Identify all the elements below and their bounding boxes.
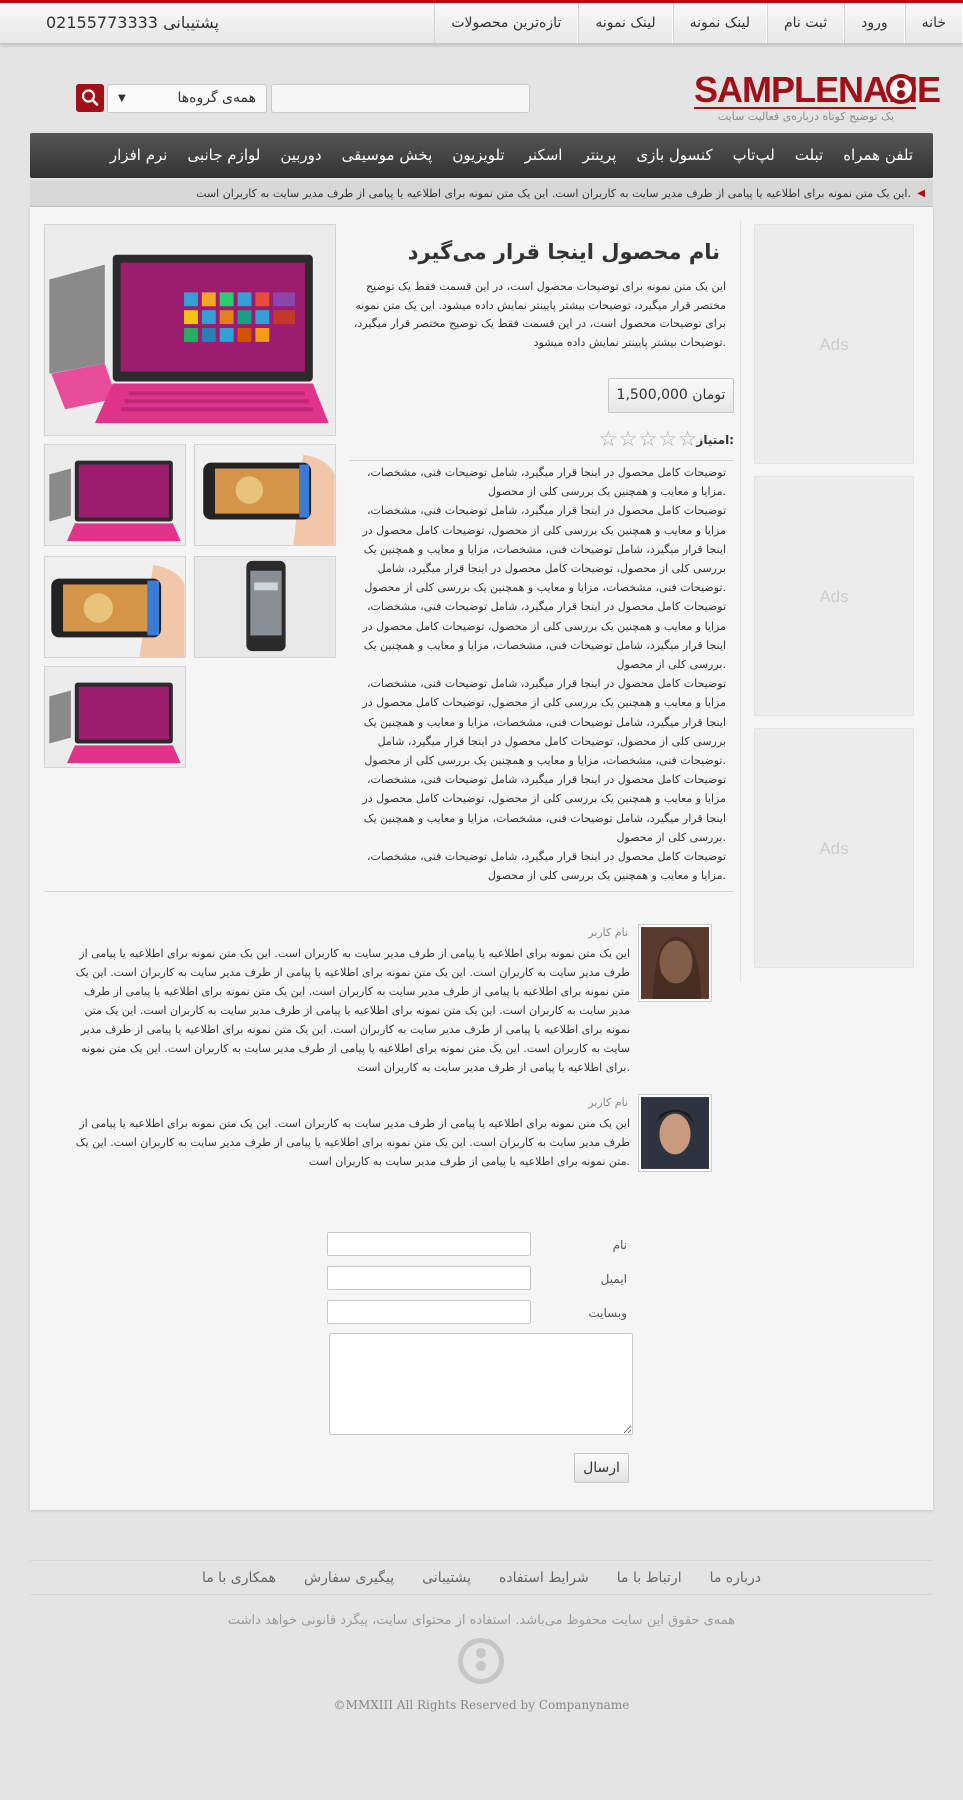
comment-author: نام کاربر	[588, 1096, 628, 1109]
search-icon	[81, 89, 99, 106]
divider	[349, 460, 734, 461]
nav-item-game-console[interactable]: کنسول بازی	[626, 133, 722, 178]
comment-text: این یک متن نمونه برای اطلاعیه یا پیامی ا…	[75, 1117, 630, 1168]
submit-button[interactable]: ارسال	[574, 1453, 629, 1483]
ad-box[interactable]: Ads	[754, 728, 914, 968]
message-field[interactable]	[329, 1333, 633, 1435]
main-nav-items: تلفن همراه تبلت لپ‌تاپ کنسول بازی پرینتر…	[100, 133, 923, 178]
nav-item-music-player[interactable]: پخش موسیقی	[332, 133, 443, 178]
nav-item-camera[interactable]: دوربین	[270, 133, 331, 178]
user-avatar-image	[641, 1097, 709, 1169]
ticker-text: این یک متن نمونه برای اطلاعیه یا پیامی ا…	[196, 187, 911, 200]
rating-label: امتیاز:	[696, 433, 734, 447]
search-input[interactable]	[271, 84, 530, 113]
avatar	[638, 924, 712, 1002]
website-field[interactable]	[327, 1300, 531, 1324]
tablet-image	[45, 225, 335, 435]
logo-underline	[694, 107, 916, 109]
product-short-description: این یک متن نمونه برای توضیحات محصول است،…	[353, 280, 726, 349]
nav-item-tv[interactable]: تلویزیون	[442, 133, 514, 178]
tablet-image	[45, 445, 185, 545]
product-full-description: توضیحات کامل محصول در اینجا قرار میگیرد،…	[346, 463, 726, 885]
site-tagline: یک توضیح کوتاه درباره‌ی فعالیت سایت	[717, 110, 894, 123]
top-link-newest-products[interactable]: تازه‌ترین محصولات	[434, 3, 579, 43]
top-links: خانه ورود ثبت نام لینک نمونه لینک نمونه …	[434, 3, 963, 43]
description-paragraph: توضیحات کامل محصول در اینجا قرار میگیرد،…	[362, 504, 726, 595]
ad-box[interactable]: Ads	[754, 476, 914, 716]
footer-divider	[30, 1594, 933, 1595]
comment-author: نام کاربر	[588, 926, 628, 939]
nav-item-accessories[interactable]: لوازم جانبی	[177, 133, 270, 178]
nav-item-laptop[interactable]: لپ‌تاپ	[723, 133, 785, 178]
name-field[interactable]	[327, 1232, 531, 1256]
footer-link-terms[interactable]: شرایط استفاده	[499, 1565, 589, 1591]
avatar	[638, 1094, 712, 1172]
footer-link-cooperation[interactable]: همکاری با ما	[202, 1565, 276, 1591]
announcement-ticker: ◀ این یک متن نمونه برای اطلاعیه یا پیامی…	[30, 180, 933, 207]
description-paragraph: توضیحات کامل محصول در اینجا قرار میگیرد،…	[362, 677, 726, 768]
search-button[interactable]	[76, 84, 104, 112]
top-link-register[interactable]: ثبت نام	[766, 3, 845, 43]
product-thumbnail[interactable]	[194, 444, 336, 546]
footer-links: درباره ما ارتباط با ما شرایط استفاده پشت…	[0, 1565, 963, 1591]
phone-image	[195, 557, 335, 657]
nav-item-printer[interactable]: پرینتر	[572, 133, 626, 178]
comment-text: این یک متن نمونه برای اطلاعیه یا پیامی ا…	[75, 947, 630, 1074]
user-avatar-image	[641, 927, 709, 999]
email-label: ایمیل	[600, 1272, 627, 1286]
nav-item-mobile[interactable]: تلفن همراه	[833, 133, 923, 178]
divider	[44, 891, 734, 892]
nav-item-software[interactable]: نرم افزار	[100, 133, 178, 178]
top-link-sample-2[interactable]: لینک نمونه	[578, 3, 673, 43]
top-link-login[interactable]: ورود	[844, 3, 905, 43]
product-thumbnail[interactable]	[44, 666, 186, 768]
group-select-value: همه‌ی گروه‌ها	[177, 90, 256, 106]
footer-logo-icon	[458, 1638, 504, 1684]
nav-item-scanner[interactable]: اسکنر	[515, 133, 573, 178]
rating-stars[interactable]: ☆☆☆☆☆	[599, 427, 698, 451]
description-paragraph: توضیحات کامل محصول در اینجا قرار میگیرد،…	[362, 773, 726, 844]
main-nav: تلفن همراه تبلت لپ‌تاپ کنسول بازی پرینتر…	[30, 133, 933, 178]
product-thumbnail[interactable]	[44, 556, 186, 658]
chevron-down-icon: ▼	[118, 93, 126, 104]
top-link-sample-1[interactable]: لینک نمونه	[672, 3, 767, 43]
footer-link-about[interactable]: درباره ما	[710, 1565, 761, 1591]
website-label: وبسایت	[588, 1306, 627, 1320]
ticker-arrow-icon: ◀	[917, 188, 925, 199]
copyright-notice: همه‌ی حقوق این سایت محفوظ می‌باشد. استفا…	[227, 1613, 736, 1628]
description-paragraph: توضیحات کامل محصول در اینجا قرار میگیرد،…	[366, 466, 726, 499]
tablet-image	[45, 667, 185, 767]
footer-link-support[interactable]: پشتیبانی	[422, 1565, 471, 1591]
footer-divider	[30, 1560, 933, 1561]
product-price[interactable]: 1,500,000 تومان	[608, 378, 734, 413]
product-thumbnail[interactable]	[44, 444, 186, 546]
group-select[interactable]: همه‌ی گروه‌ها ▼	[107, 84, 267, 113]
description-paragraph: توضیحات کامل محصول در اینجا قرار میگیرد،…	[366, 850, 726, 883]
name-label: نام	[612, 1238, 627, 1252]
logo-icon	[886, 74, 916, 104]
phone-hand-image	[45, 557, 185, 657]
email-field[interactable]	[327, 1266, 531, 1290]
footer-link-order-tracking[interactable]: پیگیری سفارش	[304, 1565, 394, 1591]
sidebar-divider	[740, 220, 741, 982]
copyright-english: ©MMXIII All Rights Reserved by Companyna…	[333, 1698, 630, 1712]
top-link-home[interactable]: خانه	[904, 3, 963, 43]
product-main-image[interactable]	[44, 224, 336, 436]
nav-item-tablet[interactable]: تبلت	[785, 133, 833, 178]
phone-hand-image	[195, 445, 335, 545]
description-paragraph: توضیحات کامل محصول در اینجا قرار میگیرد،…	[362, 600, 726, 672]
product-thumbnail[interactable]	[194, 556, 336, 658]
footer-link-contact[interactable]: ارتباط با ما	[617, 1565, 682, 1591]
ad-box[interactable]: Ads	[754, 224, 914, 464]
product-title: نام محصول اینجا قرار می‌گیرد	[407, 240, 720, 264]
site-logo[interactable]: SAMPLENAME	[694, 70, 941, 110]
support-phone: پشتیبانی 02155773333	[46, 13, 219, 32]
